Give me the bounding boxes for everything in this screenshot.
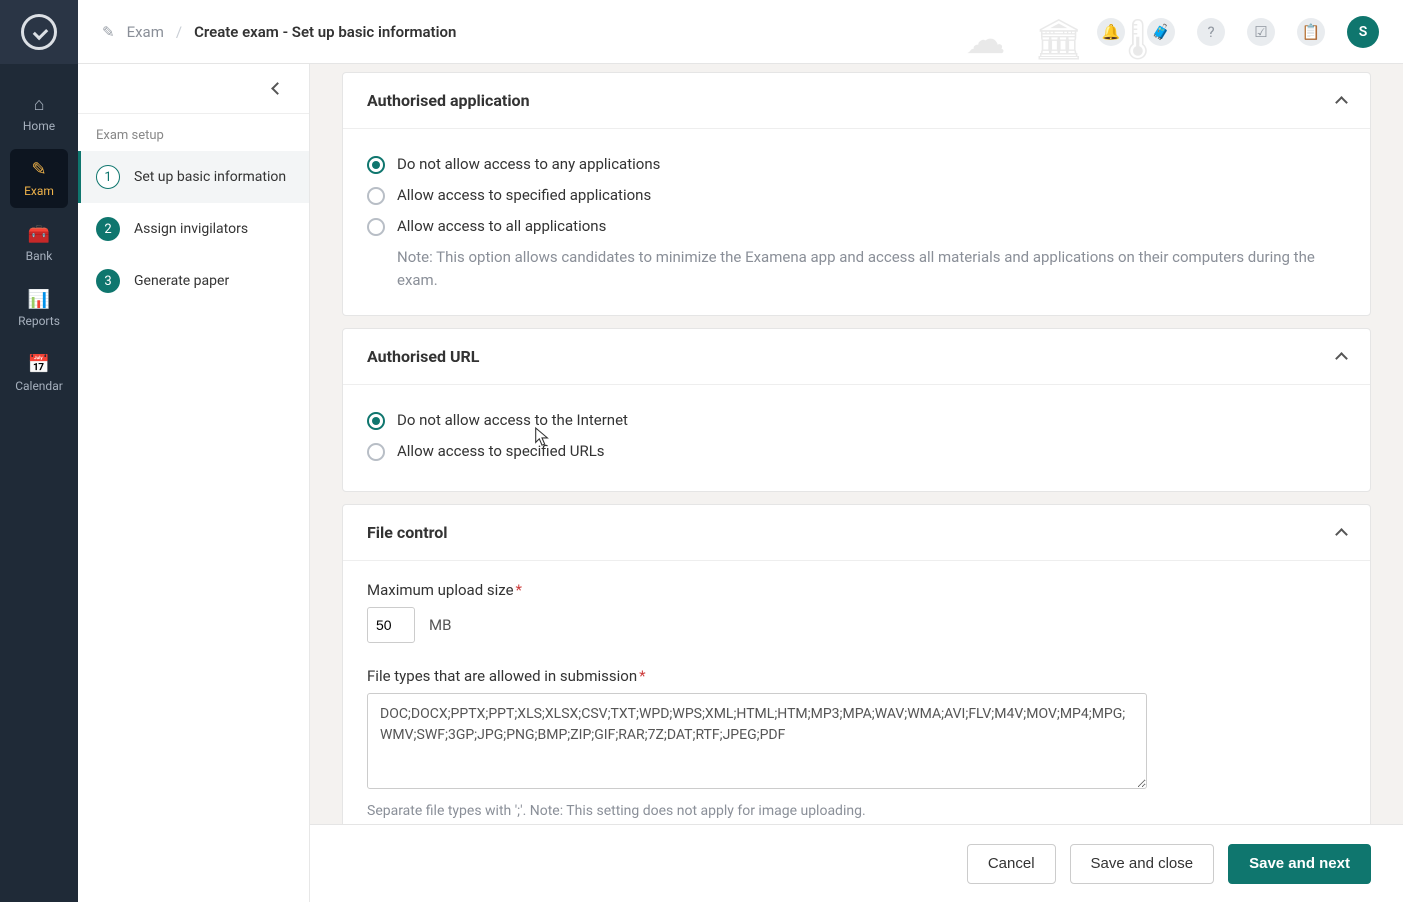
radio-label: Do not allow access to any applications	[397, 155, 660, 173]
card-header-file-control[interactable]: File control	[343, 505, 1370, 561]
step-label: Set up basic information	[134, 168, 286, 186]
card-title: Authorised application	[367, 91, 530, 110]
user-avatar[interactable]: S	[1347, 16, 1379, 48]
required-asterisk: *	[516, 581, 522, 599]
footer-actions: Cancel Save and close Save and next	[310, 824, 1403, 902]
radio-option[interactable]: Do not allow access to the Internet	[367, 405, 1346, 436]
radio-label: Do not allow access to the Internet	[397, 411, 628, 429]
collapse-sidebar-button[interactable]	[265, 77, 289, 101]
file-types-label: File types that are allowed in submissio…	[367, 667, 1346, 685]
radio-label: Allow access to specified applications	[397, 186, 651, 204]
step-1[interactable]: 1 Set up basic information	[78, 151, 309, 203]
save-next-button[interactable]: Save and next	[1228, 844, 1371, 884]
nav-item-home[interactable]: ⌂ Home	[10, 84, 68, 143]
radio-option[interactable]: Do not allow access to any applications	[367, 149, 1346, 180]
max-upload-input[interactable]	[367, 607, 415, 643]
card-authorised-url: Authorised URL Do not allow access to th…	[342, 328, 1371, 492]
home-icon: ⌂	[10, 94, 68, 115]
chevron-up-icon	[1335, 96, 1348, 109]
option-note: Note: This option allows candidates to m…	[367, 246, 1346, 291]
clipboard-icon[interactable]: 📋	[1297, 18, 1325, 46]
radio-option[interactable]: Allow access to specified applications	[367, 180, 1346, 211]
logo-checkmark-icon	[21, 14, 57, 50]
nav-item-label: Calendar	[15, 379, 63, 393]
nav-item-label: Bank	[26, 249, 53, 263]
breadcrumb: ✎ Exam / Create exam - Set up basic info…	[102, 23, 456, 41]
nav-item-bank[interactable]: 🧰 Bank	[10, 214, 68, 273]
checklist-icon[interactable]: ☑	[1247, 18, 1275, 46]
reports-icon: 📊	[10, 289, 68, 310]
steps-section-title: Exam setup	[78, 114, 309, 151]
radio-icon	[367, 156, 385, 174]
radio-option[interactable]: Allow access to specified URLs	[367, 436, 1346, 467]
radio-option[interactable]: Allow access to all applications	[367, 211, 1346, 242]
breadcrumb-current: Create exam - Set up basic information	[194, 23, 456, 41]
radio-icon	[367, 187, 385, 205]
bell-icon[interactable]: 🔔	[1097, 18, 1125, 46]
cancel-button[interactable]: Cancel	[967, 844, 1056, 884]
help-icon[interactable]: ?	[1197, 18, 1225, 46]
step-label: Generate paper	[134, 272, 229, 290]
nav-item-label: Reports	[18, 314, 60, 328]
step-badge: 3	[96, 269, 120, 293]
edit-icon: ✎	[102, 23, 115, 41]
chevron-up-icon	[1335, 528, 1348, 541]
card-header-authorised-url[interactable]: Authorised URL	[343, 329, 1370, 385]
chevron-left-icon	[271, 82, 284, 95]
required-asterisk: *	[639, 667, 645, 685]
radio-label: Allow access to all applications	[397, 217, 606, 235]
max-upload-unit: MB	[429, 616, 451, 634]
file-types-help: Separate file types with ';'. Note: This…	[367, 803, 1346, 819]
step-3[interactable]: 3 Generate paper	[78, 255, 309, 307]
radio-label: Allow access to specified URLs	[397, 442, 605, 460]
card-file-control: File control Maximum upload size* MB	[342, 504, 1371, 824]
nav-item-reports[interactable]: 📊 Reports	[10, 279, 68, 338]
steps-sidebar: Exam setup 1 Set up basic information 2 Ass…	[78, 64, 310, 902]
card-title: Authorised URL	[367, 347, 479, 366]
step-badge: 2	[96, 217, 120, 241]
topbar: ✎ Exam / Create exam - Set up basic info…	[78, 0, 1403, 64]
bank-icon: 🧰	[10, 224, 68, 245]
file-types-textarea[interactable]	[367, 693, 1147, 789]
chevron-up-icon	[1335, 352, 1348, 365]
nav-rail: ⌂ Home ✎ Exam 🧰 Bank 📊 Reports 📅 Calendar	[0, 0, 78, 902]
card-title: File control	[367, 523, 448, 542]
card-header-authorised-application[interactable]: Authorised application	[343, 73, 1370, 129]
card-authorised-application: Authorised application Do not allow acce…	[342, 72, 1371, 316]
nav-item-exam[interactable]: ✎ Exam	[10, 149, 68, 208]
radio-icon	[367, 443, 385, 461]
save-close-button[interactable]: Save and close	[1070, 844, 1215, 884]
exam-icon: ✎	[10, 159, 68, 180]
radio-icon	[367, 218, 385, 236]
step-badge: 1	[96, 165, 120, 189]
breadcrumb-separator: /	[176, 23, 182, 41]
calendar-icon: 📅	[10, 354, 68, 375]
step-label: Assign invigilators	[134, 220, 248, 238]
app-logo[interactable]	[0, 0, 78, 64]
step-2[interactable]: 2 Assign invigilators	[78, 203, 309, 255]
radio-icon	[367, 412, 385, 430]
breadcrumb-root[interactable]: Exam	[127, 23, 164, 41]
nav-item-label: Home	[23, 119, 55, 133]
content-scroll[interactable]: Authorised application Do not allow acce…	[310, 64, 1403, 824]
briefcase-icon[interactable]: 🧳	[1147, 18, 1175, 46]
nav-item-calendar[interactable]: 📅 Calendar	[10, 344, 68, 403]
nav-item-label: Exam	[24, 184, 54, 198]
max-upload-label: Maximum upload size*	[367, 581, 1346, 599]
